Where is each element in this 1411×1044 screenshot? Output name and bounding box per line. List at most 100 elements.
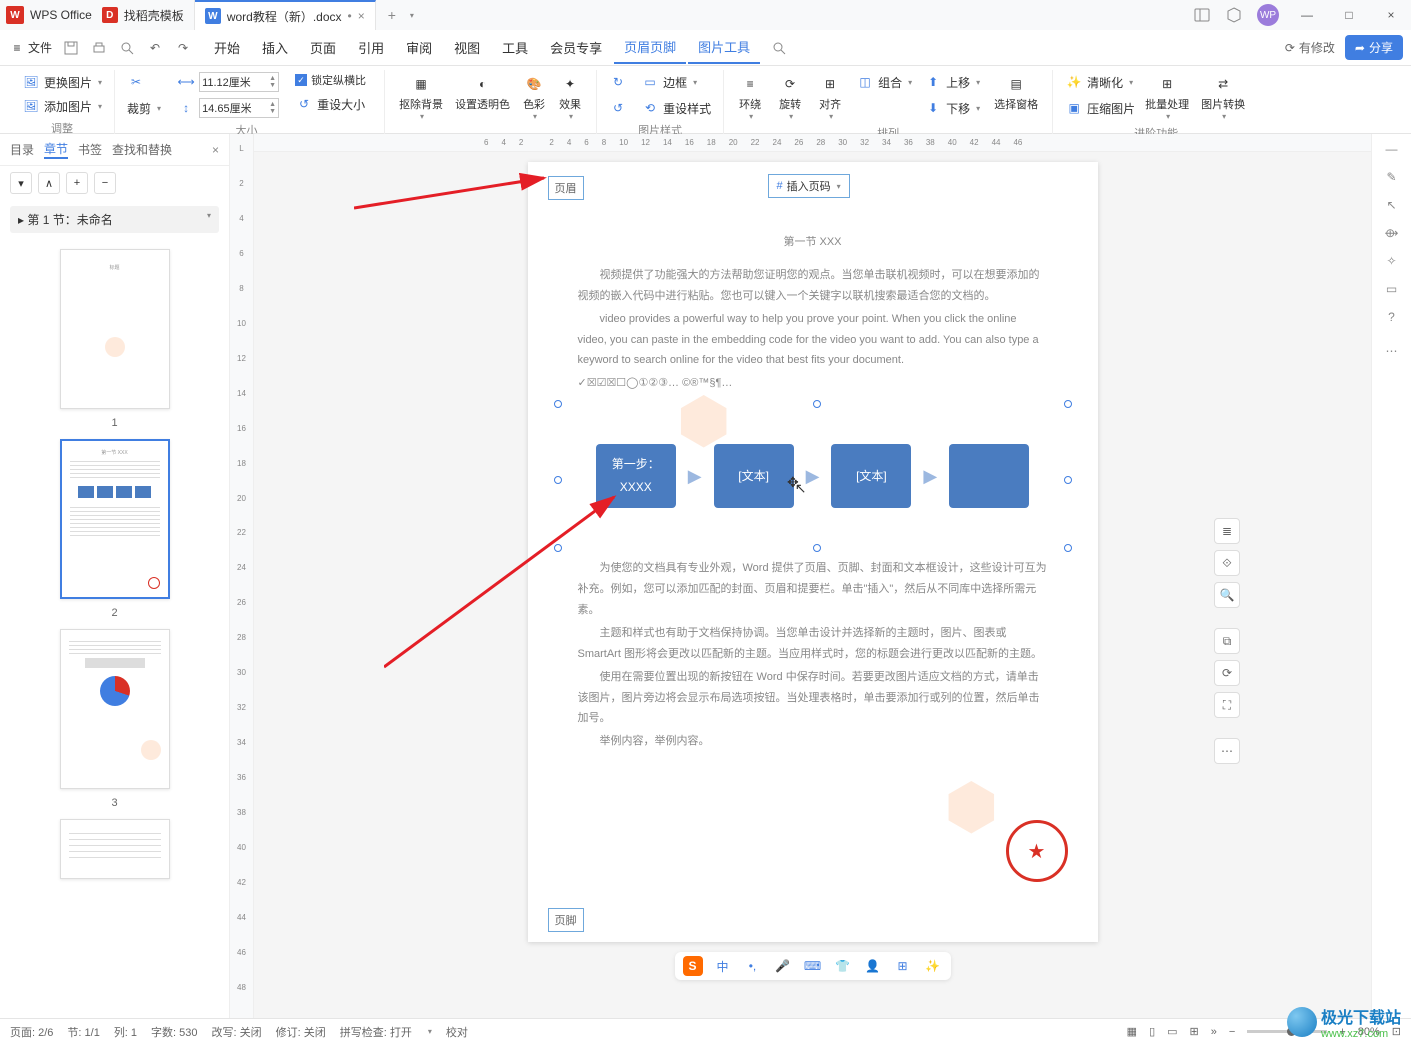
undo-icon[interactable]: ↶: [146, 39, 164, 57]
search-icon[interactable]: [770, 39, 788, 57]
rotate-cw-button[interactable]: ↻: [605, 70, 631, 94]
view-web-icon[interactable]: ⊞: [1190, 1025, 1199, 1038]
status-column[interactable]: 列: 1: [114, 1024, 137, 1040]
close-tab-icon[interactable]: ×: [358, 9, 365, 23]
float-expand-icon[interactable]: ⛶: [1214, 692, 1240, 718]
crop-button[interactable]: ✂: [123, 70, 165, 94]
crop-label-button[interactable]: 裁剪▾: [123, 96, 165, 120]
rail-cursor-icon[interactable]: ↖: [1386, 198, 1396, 212]
add-tab-button[interactable]: +: [376, 7, 408, 23]
view-outline-icon[interactable]: »: [1211, 1026, 1217, 1038]
thumbnail-page-2[interactable]: 第一节 XXX: [60, 439, 170, 599]
toolbox-icon[interactable]: ⊞: [893, 956, 913, 976]
status-words[interactable]: 字数: 530: [151, 1024, 197, 1040]
punctuation-icon[interactable]: •,: [743, 956, 763, 976]
header-label[interactable]: 页眉: [548, 176, 584, 200]
menu-tab-insert[interactable]: 插入: [252, 32, 298, 63]
sidebar-toggle-icon[interactable]: [1193, 6, 1211, 24]
zoom-out-button[interactable]: −: [1229, 1026, 1235, 1038]
reset-style-button[interactable]: ⟲重设样式: [637, 96, 715, 120]
border-button[interactable]: ▭边框▾: [637, 70, 715, 94]
change-picture-button[interactable]: 🖼更换图片▾: [18, 70, 106, 94]
align-button[interactable]: ⊞对齐▾: [812, 70, 848, 123]
rail-pen-icon[interactable]: ✎: [1386, 170, 1396, 184]
navpane-close-button[interactable]: ×: [212, 143, 219, 157]
preview-icon[interactable]: [118, 39, 136, 57]
skin-icon[interactable]: 👕: [833, 956, 853, 976]
view-layout-icon[interactable]: ▦: [1127, 1025, 1137, 1038]
set-alpha-button[interactable]: ◐设置透明色: [449, 70, 516, 123]
status-page[interactable]: 页面: 2/6: [10, 1024, 53, 1040]
navpane-dropdown-button[interactable]: ▾: [10, 172, 32, 194]
menu-file[interactable]: 文件: [28, 39, 52, 56]
has-modify-indicator[interactable]: ⟳ 有修改: [1285, 39, 1335, 56]
status-overwrite[interactable]: 改写: 关闭: [212, 1024, 262, 1040]
person-icon[interactable]: 👤: [863, 956, 883, 976]
menu-tab-view[interactable]: 视图: [444, 32, 490, 63]
menu-tab-start[interactable]: 开始: [204, 32, 250, 63]
float-zoom-icon[interactable]: 🔍: [1214, 582, 1240, 608]
mic-icon[interactable]: 🎤: [773, 956, 793, 976]
float-rotate-icon[interactable]: ⟳: [1214, 660, 1240, 686]
menu-tab-headerfooter[interactable]: 页眉页脚: [614, 31, 686, 64]
sparkle-icon[interactable]: ✨: [923, 956, 943, 976]
tab-document[interactable]: W word教程（新）.docx • ×: [195, 0, 376, 30]
menu-tab-page[interactable]: 页面: [300, 32, 346, 63]
rotate-menu-button[interactable]: ⟳旋转▾: [772, 70, 808, 123]
float-copy-icon[interactable]: ⧉: [1214, 628, 1240, 654]
rotate-ccw-button[interactable]: ↺: [605, 96, 631, 120]
menu-tab-review[interactable]: 审阅: [396, 32, 442, 63]
maximize-button[interactable]: □: [1335, 8, 1363, 22]
view-page-icon[interactable]: ▯: [1149, 1025, 1155, 1038]
view-read-icon[interactable]: ▭: [1167, 1025, 1177, 1038]
tab-templates[interactable]: D 找稻壳模板: [92, 0, 195, 30]
rail-collapse-icon[interactable]: —: [1386, 142, 1398, 156]
navpane-tab-sections[interactable]: 章节: [44, 140, 68, 159]
bring-forward-button[interactable]: ⬆上移▾: [920, 70, 984, 94]
clear-button[interactable]: ✨清晰化▾: [1061, 70, 1139, 94]
keyboard-icon[interactable]: ⌨: [803, 956, 823, 976]
status-section[interactable]: 节: 1/1: [67, 1024, 99, 1040]
height-input[interactable]: 14.65厘米▲▼: [199, 98, 279, 118]
lock-ratio-checkbox[interactable]: ✓锁定纵横比: [291, 70, 370, 90]
status-spell[interactable]: 拼写检查: 打开: [340, 1024, 412, 1040]
menu-tab-member[interactable]: 会员专享: [540, 32, 612, 63]
float-crop-icon[interactable]: ⟐: [1214, 550, 1240, 576]
insert-page-number-button[interactable]: # 插入页码 ▾: [768, 174, 850, 198]
select-pane-button[interactable]: ▤选择窗格: [988, 70, 1044, 123]
convert-button[interactable]: ⇄图片转换▾: [1195, 70, 1251, 123]
menu-tab-tools[interactable]: 工具: [492, 32, 538, 63]
close-button[interactable]: ×: [1377, 8, 1405, 22]
menu-tab-picture-tools[interactable]: 图片工具: [688, 31, 760, 64]
rail-more-icon[interactable]: ⋯: [1386, 344, 1398, 358]
navpane-collapse-button[interactable]: ∧: [38, 172, 60, 194]
add-picture-button[interactable]: 🖼添加图片▾: [18, 94, 106, 118]
minimize-button[interactable]: —: [1293, 8, 1321, 22]
float-more-icon[interactable]: ⋯: [1214, 738, 1240, 764]
share-button[interactable]: ➦ 分享: [1345, 35, 1403, 60]
navpane-tab-find[interactable]: 查找和替换: [112, 141, 172, 158]
thumbnail-page-3[interactable]: [60, 629, 170, 789]
navpane-add-button[interactable]: +: [66, 172, 88, 194]
selected-image-wrapper[interactable]: ⬢ 第一步：XXXX ▶ [文本] ▶ [文本] ▶ ✥↖: [558, 404, 1068, 548]
tab-menu-caret[interactable]: ▾: [410, 11, 414, 20]
navpane-remove-button[interactable]: −: [94, 172, 116, 194]
status-proofread[interactable]: 校对: [446, 1024, 468, 1040]
float-layout-icon[interactable]: ≣: [1214, 518, 1240, 544]
print-icon[interactable]: [90, 39, 108, 57]
group-button[interactable]: ◫组合▾: [852, 70, 916, 94]
navpane-tab-bookmarks[interactable]: 书签: [78, 141, 102, 158]
batch-button[interactable]: ⊞批量处理▾: [1139, 70, 1195, 123]
remove-bg-button[interactable]: ▦抠除背景▾: [393, 70, 449, 123]
user-avatar[interactable]: WP: [1257, 4, 1279, 26]
wrap-button[interactable]: ≡环绕▾: [732, 70, 768, 123]
thumbnail-page-4[interactable]: [60, 819, 170, 879]
rail-help-icon[interactable]: ?: [1388, 310, 1395, 324]
compress-button[interactable]: ▣压缩图片: [1061, 96, 1139, 120]
hamburger-icon[interactable]: ≡: [8, 39, 26, 57]
rail-settings-icon[interactable]: ⟴: [1385, 226, 1399, 240]
rail-book-icon[interactable]: ▭: [1386, 282, 1397, 296]
document-page[interactable]: 页眉 # 插入页码 ▾ 第一节 XXX 视频提供了功能强大的方法帮助您证明您的观…: [528, 162, 1098, 942]
navpane-tab-toc[interactable]: 目录: [10, 141, 34, 158]
effect-button[interactable]: ✦效果▾: [552, 70, 588, 123]
